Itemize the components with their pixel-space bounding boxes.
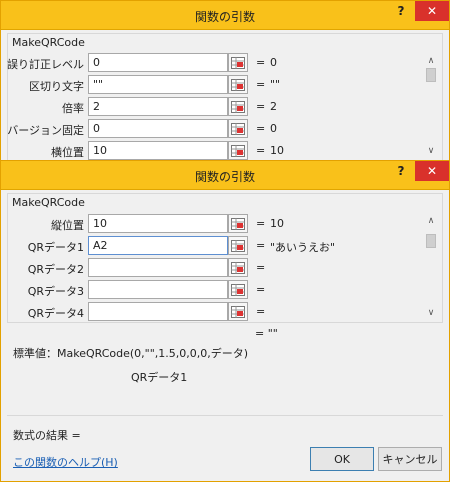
arg-input[interactable]: 0: [88, 53, 228, 72]
equals-sign: =: [256, 56, 266, 69]
ok-button[interactable]: OK: [310, 447, 374, 471]
back-titlebar: 関数の引数 ? ✕: [1, 1, 449, 30]
back-scrollbar[interactable]: ∧ ∨: [424, 54, 438, 158]
front-arg-row: 縦位置 10 = 10: [8, 214, 428, 234]
scroll-down-icon[interactable]: ∨: [428, 306, 435, 320]
range-select-icon[interactable]: [228, 141, 248, 160]
back-arg-row: 倍率 2 = 2: [8, 97, 428, 117]
back-dialog: 関数の引数 ? ✕ MakeQRCode 誤り訂正レベル 0 = 0 区切り文字…: [0, 0, 450, 160]
arg-result: 10: [270, 144, 284, 157]
back-help-button[interactable]: ?: [387, 1, 415, 21]
back-arg-row: バージョン固定 0 = 0: [7, 119, 428, 139]
arg-input[interactable]: A2: [88, 236, 228, 255]
range-select-icon[interactable]: [228, 97, 248, 116]
range-select-icon[interactable]: [228, 236, 248, 255]
front-arg-row: QRデータ3 =: [8, 280, 428, 300]
back-dialog-title: 関数の引数: [194, 10, 255, 24]
arg-label: QRデータ3: [27, 285, 84, 298]
range-select-icon[interactable]: [228, 280, 248, 299]
front-args-group: MakeQRCode 縦位置 10 = 10 QRデータ1 A2 = "あいうえ…: [7, 193, 443, 323]
back-args-group: MakeQRCode 誤り訂正レベル 0 = 0 区切り文字 "" = "" 倍…: [7, 33, 443, 160]
range-select-icon[interactable]: [228, 53, 248, 72]
back-arg-row: 横位置 10 = 10: [8, 141, 428, 161]
front-titlebar: 関数の引数 ? ✕: [1, 161, 449, 190]
front-arg-row: QRデータ2 =: [8, 258, 428, 278]
equals-sign: =: [256, 100, 266, 113]
arg-label: 縦位置: [51, 219, 84, 232]
cancel-button[interactable]: キャンセル: [378, 447, 442, 471]
front-help-button[interactable]: ?: [387, 161, 415, 181]
formula-result-label: 数式の結果 =: [13, 429, 81, 442]
front-dialog: 関数の引数 ? ✕ MakeQRCode 縦位置 10 = 10 QRデータ1 …: [0, 160, 450, 482]
arg-result: 0: [270, 122, 277, 135]
arg-label: 誤り訂正レベル: [7, 58, 84, 71]
equals-sign: =: [256, 217, 266, 230]
separator: [7, 415, 443, 416]
arg-input[interactable]: [88, 258, 228, 277]
arg-label: 横位置: [51, 146, 84, 159]
arg-input[interactable]: [88, 302, 228, 321]
front-arg-row: QRデータ1 A2 = "あいうえお": [8, 236, 428, 256]
arg-input[interactable]: [88, 280, 228, 299]
range-select-icon[interactable]: [228, 75, 248, 94]
arg-input[interactable]: 0: [88, 119, 228, 138]
arg-result: 2: [270, 100, 277, 113]
arg-input[interactable]: 10: [88, 214, 228, 233]
back-close-button[interactable]: ✕: [415, 1, 449, 21]
arg-result: 10: [270, 217, 284, 230]
front-dialog-title: 関数の引数: [194, 170, 255, 184]
scroll-up-icon[interactable]: ∧: [428, 54, 435, 68]
current-arg-name: QRデータ1: [131, 371, 188, 384]
back-arg-row: 区切り文字 "" = "": [8, 75, 428, 95]
arg-input[interactable]: 10: [88, 141, 228, 160]
arg-label: QRデータ4: [27, 307, 84, 320]
arg-label: QRデータ1: [27, 241, 84, 254]
arg-result: 0: [270, 56, 277, 69]
equals-sign: =: [256, 305, 266, 318]
front-close-button[interactable]: ✕: [415, 161, 449, 181]
back-arg-row: 誤り訂正レベル 0 = 0: [7, 53, 428, 73]
scroll-thumb[interactable]: [426, 234, 436, 248]
equals-sign: =: [256, 122, 266, 135]
scroll-up-icon[interactable]: ∧: [428, 214, 435, 228]
arg-input[interactable]: "": [88, 75, 228, 94]
equals-sign: =: [256, 239, 266, 252]
arg-result: "あいうえお": [270, 241, 336, 254]
arg-result: "": [270, 78, 281, 91]
standard-value-text: 標準値：MakeQRCode(0,"",1.5,0,0,0,データ): [13, 347, 249, 360]
arg-input[interactable]: 2: [88, 97, 228, 116]
range-select-icon[interactable]: [228, 119, 248, 138]
equals-sign: =: [256, 261, 266, 274]
equals-sign: =: [256, 144, 266, 157]
arg-label: 倍率: [62, 102, 84, 115]
front-group-title: MakeQRCode: [12, 196, 85, 209]
arg-label: 区切り文字: [29, 80, 84, 93]
range-select-icon[interactable]: [228, 214, 248, 233]
arg-label: QRデータ2: [27, 263, 84, 276]
scroll-down-icon[interactable]: ∨: [428, 144, 435, 158]
front-arg-row: QRデータ4 =: [8, 302, 428, 322]
front-scrollbar[interactable]: ∧ ∨: [424, 214, 438, 320]
range-select-icon[interactable]: [228, 302, 248, 321]
range-select-icon[interactable]: [228, 258, 248, 277]
equals-sign: =: [256, 283, 266, 296]
scroll-thumb[interactable]: [426, 68, 436, 82]
arg-label: バージョン固定: [7, 124, 84, 137]
equals-sign: =: [256, 78, 266, 91]
overall-result: = "": [255, 327, 278, 340]
function-help-link[interactable]: この関数のヘルプ(H): [13, 454, 118, 470]
back-group-title: MakeQRCode: [12, 36, 85, 49]
